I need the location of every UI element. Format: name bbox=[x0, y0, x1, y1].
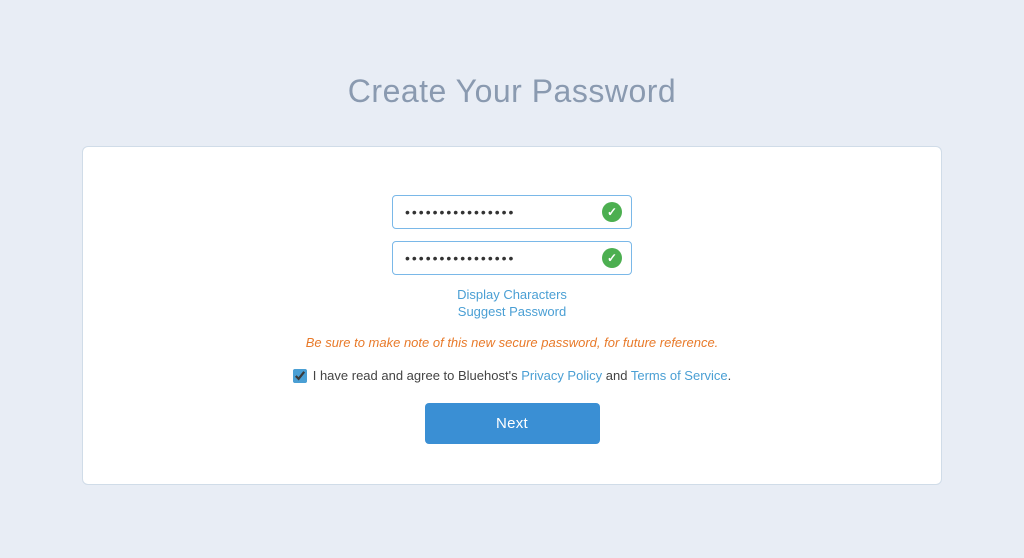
agreement-checkbox[interactable] bbox=[293, 369, 307, 383]
suggest-password-link[interactable]: Suggest Password bbox=[458, 304, 566, 319]
next-button[interactable]: Next bbox=[425, 403, 600, 444]
confirm-password-valid-icon bbox=[602, 248, 622, 268]
page-title: Create Your Password bbox=[348, 73, 676, 110]
password-card: Display Characters Suggest Password Be s… bbox=[82, 146, 942, 485]
display-characters-link[interactable]: Display Characters bbox=[457, 287, 567, 302]
terms-of-service-link[interactable]: Terms of Service bbox=[631, 368, 728, 383]
password-field-wrapper bbox=[392, 195, 632, 229]
agreement-text: I have read and agree to Bluehost's Priv… bbox=[313, 368, 732, 383]
privacy-policy-link[interactable]: Privacy Policy bbox=[521, 368, 602, 383]
password-valid-icon bbox=[602, 202, 622, 222]
agreement-prefix: I have read and agree to Bluehost's bbox=[313, 368, 518, 383]
confirm-password-field-wrapper bbox=[392, 241, 632, 275]
password-warning: Be sure to make note of this new secure … bbox=[306, 335, 719, 350]
password-input[interactable] bbox=[392, 195, 632, 229]
confirm-password-input[interactable] bbox=[392, 241, 632, 275]
agreement-row: I have read and agree to Bluehost's Priv… bbox=[293, 368, 732, 383]
password-links: Display Characters Suggest Password bbox=[457, 287, 567, 319]
agreement-and: and bbox=[606, 368, 628, 383]
